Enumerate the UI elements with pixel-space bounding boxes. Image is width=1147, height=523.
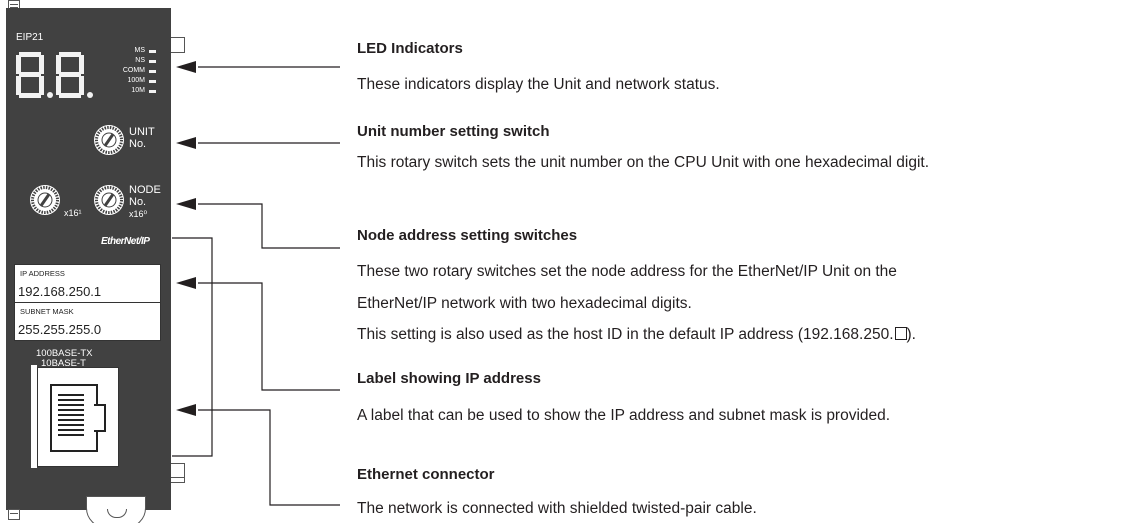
callout-node-switch-desc-1: These two rotary switches set the node a… [357,263,897,280]
placeholder-box-icon [894,327,907,340]
callout-node-switch-desc-3: This setting is also used as the host ID… [357,326,916,343]
callout-node-switch-desc-2: EtherNet/IP network with two hexadecimal… [357,295,692,312]
callout-led-title: LED Indicators [357,40,463,57]
callout-ethernet-desc: The network is connected with shielded t… [357,500,757,517]
callout-node-switch-title: Node address setting switches [357,227,578,244]
callout-ip-label-title: Label showing IP address [357,370,541,387]
page: EIP21 MS NS COMM 100M 10M UNIT No. x16¹ … [0,0,1147,523]
callout-led-desc: These indicators display the Unit and ne… [357,76,720,93]
callout-unit-switch-desc: This rotary switch sets the unit number … [357,154,930,171]
callout-unit-switch-title: Unit number setting switch [357,123,550,140]
callout-ip-label-desc: A label that can be used to show the IP … [357,407,891,424]
callout-ethernet-title: Ethernet connector [357,466,495,483]
